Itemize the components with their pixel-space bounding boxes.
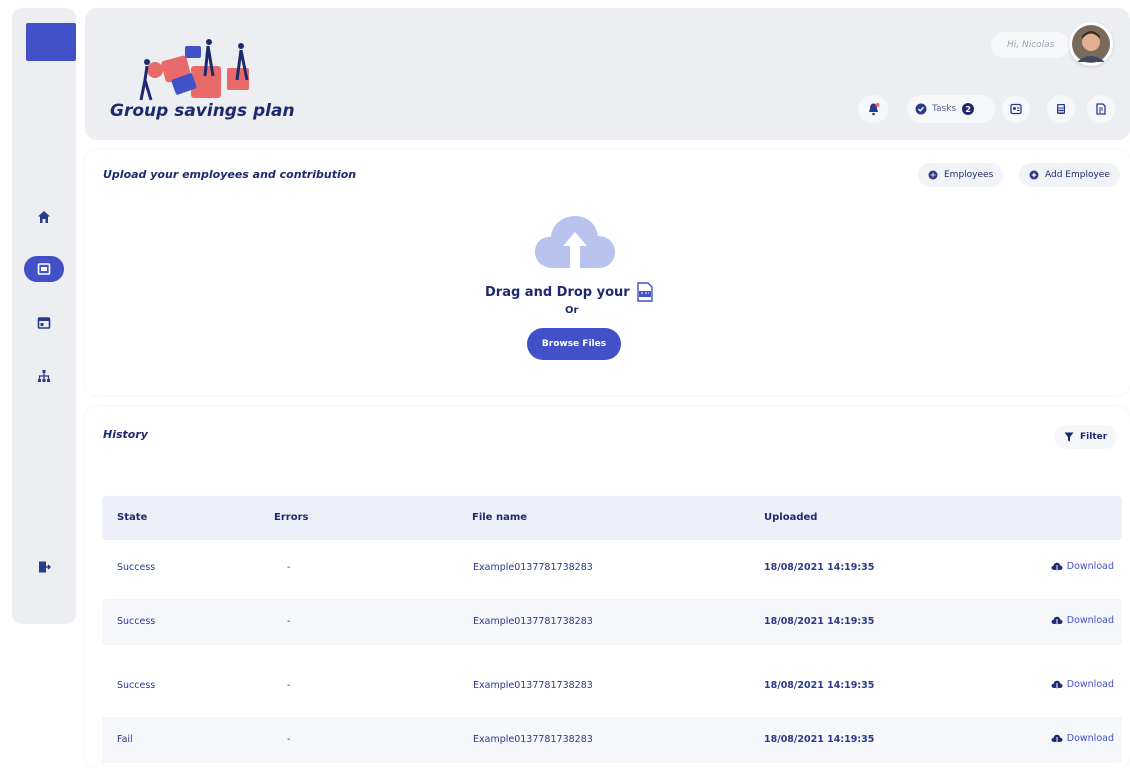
contacts-button[interactable] xyxy=(1002,95,1030,123)
employees-label: Employees xyxy=(944,170,994,180)
avatar[interactable] xyxy=(1069,22,1113,66)
history-panel: History Filter State Errors File name Up… xyxy=(85,407,1130,768)
row-file-name: Example0137781738283 xyxy=(473,734,593,745)
filter-icon xyxy=(1064,432,1074,442)
download-label: Download xyxy=(1066,679,1114,690)
download-label: Download xyxy=(1066,733,1114,744)
cloud-download-icon xyxy=(1051,734,1063,744)
csv-file-icon xyxy=(637,282,653,302)
row-file-name: Example0137781738283 xyxy=(473,616,593,627)
employees-icon xyxy=(928,170,938,180)
savings-icon[interactable] xyxy=(24,256,64,282)
cloud-download-icon xyxy=(1051,562,1063,572)
document-button[interactable] xyxy=(1087,95,1115,123)
column-file-name: File name xyxy=(472,512,528,523)
notifications-button[interactable] xyxy=(858,95,888,123)
download-button[interactable]: Download xyxy=(1051,561,1114,572)
add-employee-label: Add Employee xyxy=(1045,170,1110,180)
tasks-label: Tasks xyxy=(932,104,957,114)
logo[interactable] xyxy=(26,23,76,61)
table-row: Fail - Example0137781738283 18/08/2021 1… xyxy=(102,717,1122,763)
row-file-name: Example0137781738283 xyxy=(473,562,593,573)
dropzone[interactable] xyxy=(465,200,685,320)
row-state: Success xyxy=(117,616,156,627)
brand-title: Group savings plan xyxy=(110,101,295,121)
tasks-count-badge: 2 xyxy=(962,103,975,115)
logout-icon[interactable] xyxy=(24,554,64,580)
upload-title: Upload your employees and contribution xyxy=(103,168,357,181)
filter-button[interactable]: Filter xyxy=(1054,425,1118,449)
cloud-download-icon xyxy=(1051,616,1063,626)
contacts-icon xyxy=(1010,103,1022,115)
download-button[interactable]: Download xyxy=(1051,615,1114,626)
column-uploaded: Uploaded xyxy=(764,512,818,523)
table-row: Success - Example0137781738283 18/08/202… xyxy=(102,545,1122,591)
table-row: Success - Example0137781738283 18/08/202… xyxy=(102,599,1122,645)
upload-panel: Upload your employees and contribution E… xyxy=(85,150,1130,395)
tasks-icon xyxy=(915,103,927,115)
employees-button[interactable]: Employees xyxy=(918,163,1004,187)
history-title: History xyxy=(103,428,148,441)
row-uploaded: 18/08/2021 14:19:35 xyxy=(764,562,875,573)
column-state: State xyxy=(117,512,148,523)
or-text: Or xyxy=(565,305,579,316)
calculator-icon xyxy=(1057,104,1065,114)
row-state: Success xyxy=(117,562,156,573)
drag-drop-label: Drag and Drop your xyxy=(485,284,630,300)
row-state: Fail xyxy=(117,734,133,745)
cloud-download-icon xyxy=(1051,680,1063,690)
row-uploaded: 18/08/2021 14:19:35 xyxy=(764,680,875,691)
browse-files-button[interactable]: Browse Files xyxy=(527,328,621,360)
table-row: Success - Example0137781738283 18/08/202… xyxy=(102,663,1122,709)
plus-circle-icon xyxy=(1029,170,1039,180)
row-errors: - xyxy=(287,734,291,745)
table-header: State Errors File name Uploaded xyxy=(102,496,1122,540)
filter-label: Filter xyxy=(1080,432,1108,442)
bell-icon xyxy=(868,103,879,116)
header: Group savings plan Hi, Nicolas Tasks 2 xyxy=(85,8,1130,140)
user-greeting: Hi, Nicolas xyxy=(991,32,1071,58)
download-label: Download xyxy=(1066,561,1114,572)
add-employee-button[interactable]: Add Employee xyxy=(1019,163,1120,187)
row-uploaded: 18/08/2021 14:19:35 xyxy=(764,616,875,627)
download-button[interactable]: Download xyxy=(1051,733,1114,744)
drag-drop-text: Drag and Drop your xyxy=(485,282,654,302)
column-errors: Errors xyxy=(274,512,309,523)
download-label: Download xyxy=(1066,615,1114,626)
team-illustration xyxy=(139,39,249,101)
row-errors: - xyxy=(287,680,291,691)
row-uploaded: 18/08/2021 14:19:35 xyxy=(764,734,875,745)
tasks-button[interactable]: Tasks 2 xyxy=(907,95,995,123)
sidebar xyxy=(12,8,76,624)
row-errors: - xyxy=(287,562,291,573)
calculator-button[interactable] xyxy=(1047,95,1075,123)
cloud-upload-icon xyxy=(535,216,615,272)
org-chart-icon[interactable] xyxy=(24,363,64,389)
row-state: Success xyxy=(117,680,156,691)
download-button[interactable]: Download xyxy=(1051,679,1114,690)
document-edit-icon xyxy=(1096,103,1106,115)
home-icon[interactable] xyxy=(24,204,64,230)
row-file-name: Example0137781738283 xyxy=(473,680,593,691)
row-errors: - xyxy=(287,616,291,627)
calendar-icon[interactable] xyxy=(24,310,64,336)
